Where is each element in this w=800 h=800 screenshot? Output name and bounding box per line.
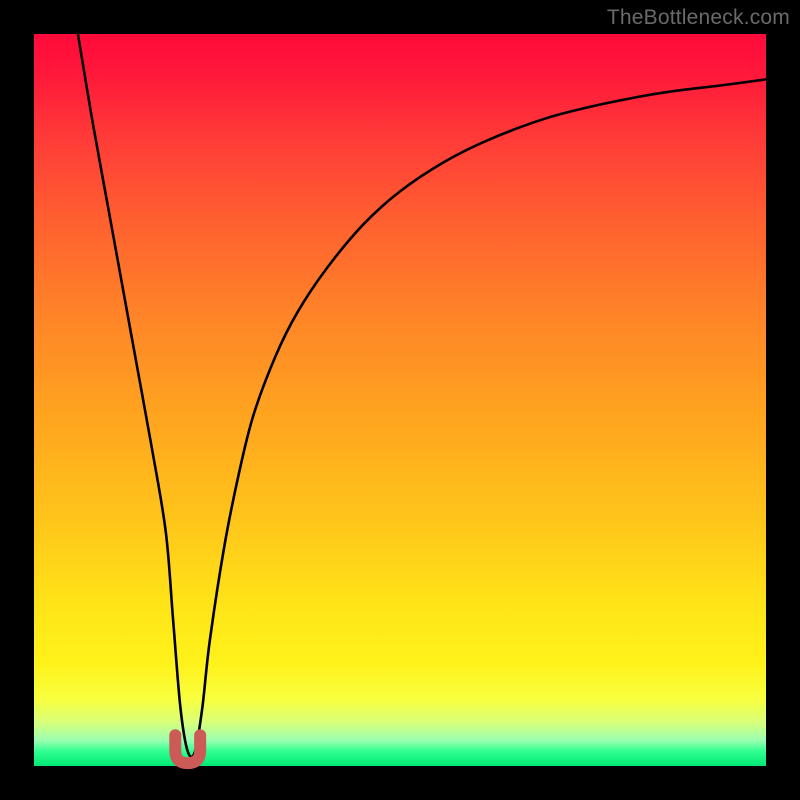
outer-frame: TheBottleneck.com — [0, 0, 800, 800]
plot-area — [34, 34, 766, 766]
bottleneck-curve — [78, 34, 766, 757]
watermark-text: TheBottleneck.com — [607, 6, 790, 30]
curve-svg — [34, 34, 766, 766]
